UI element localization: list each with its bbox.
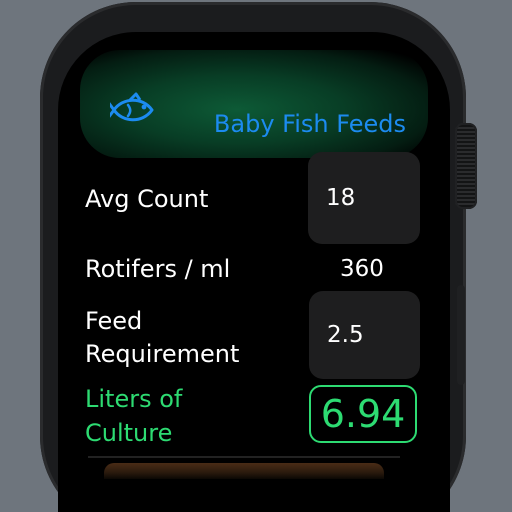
fish-icon xyxy=(110,92,154,122)
digital-crown[interactable] xyxy=(455,123,477,209)
divider xyxy=(88,456,400,458)
avg-count-label: Avg Count xyxy=(85,185,209,213)
liters-of-culture-label-line1: Liters of xyxy=(85,385,183,413)
avg-count-value: 18 xyxy=(326,185,356,211)
liters-of-culture-label-line2: Culture xyxy=(85,419,173,447)
app-title: Baby Fish Feeds xyxy=(213,110,406,138)
feed-requirement-label-line2: Requirement xyxy=(85,340,240,368)
side-button[interactable] xyxy=(457,285,465,385)
avg-count-field[interactable]: 18 xyxy=(308,152,420,244)
liters-of-culture-value: 6.94 xyxy=(320,392,406,436)
feed-requirement-value: 2.5 xyxy=(327,322,364,348)
rotifers-value: 360 xyxy=(340,256,384,282)
device-frame: Baby Fish Feeds Avg Count 18 Rotifers / … xyxy=(0,0,512,512)
rotifers-label: Rotifers / ml xyxy=(85,255,231,283)
feed-requirement-field[interactable]: 2.5 xyxy=(309,291,420,379)
feed-requirement-label-line1: Feed xyxy=(85,307,143,335)
liters-of-culture-result: 6.94 xyxy=(309,385,417,443)
next-item-peek xyxy=(104,463,384,479)
watch-screen: Baby Fish Feeds Avg Count 18 Rotifers / … xyxy=(58,32,450,512)
